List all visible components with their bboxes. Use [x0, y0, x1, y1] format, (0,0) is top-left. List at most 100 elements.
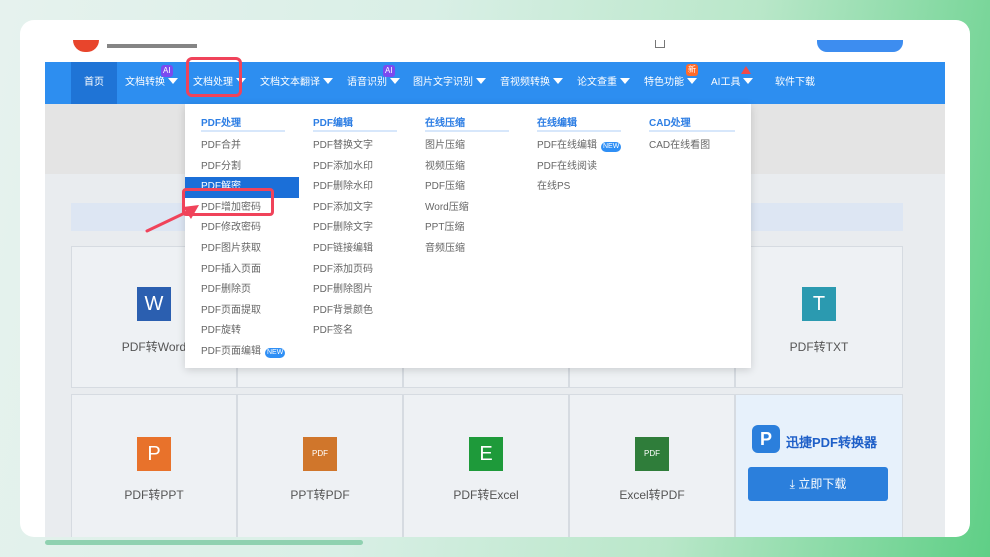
menu-column-online-edit: 在线编辑 PDF在线编辑 NEW PDF在线阅读 在线PS: [537, 114, 622, 198]
nav-doc-convert[interactable]: 文档转换 AI: [125, 62, 178, 104]
nav-doc-translate[interactable]: 文档文本翻译: [260, 62, 333, 104]
card-label: Excel转PDF: [619, 488, 685, 502]
card-pdf-to-ppt[interactable]: P PDF转PPT: [71, 394, 237, 537]
nav-label: 软件下载: [775, 77, 815, 88]
menu-column-cad: CAD处理 CAD在线看图: [649, 114, 735, 157]
ai-badge: AI: [161, 65, 173, 77]
caret-down-icon: [476, 78, 486, 84]
menu-column-pdf-edit: PDF编辑 PDF替换文字 PDF添加水印 PDF删除水印 PDF添加文字 PD…: [313, 114, 397, 342]
caret-down-icon: [168, 78, 178, 84]
menu-item-label: PDF在线编辑: [537, 140, 597, 151]
card-label: PDF转Excel: [453, 488, 519, 502]
menu-item[interactable]: PDF插入页面: [201, 260, 285, 281]
menu-item[interactable]: PDF页面提取: [201, 301, 285, 322]
menu-item[interactable]: PDF在线编辑 NEW: [537, 136, 622, 157]
nav-label: 特色功能: [644, 77, 684, 88]
menu-item[interactable]: 在线PS: [537, 177, 621, 198]
menu-item[interactable]: CAD在线看图: [649, 136, 735, 157]
column-title: PDF编辑: [313, 114, 397, 132]
site-logo-text: [107, 40, 197, 48]
menu-item[interactable]: PDF签名: [313, 321, 397, 342]
menu-item[interactable]: 音频压缩: [425, 239, 509, 260]
menu-item[interactable]: PDF添加页码: [313, 260, 397, 281]
card-ppt-to-pdf[interactable]: PDF PPT转PDF: [237, 394, 403, 537]
caret-down-icon: [390, 78, 400, 84]
site-logo: [73, 40, 99, 52]
nav-features[interactable]: 特色功能新: [644, 62, 698, 104]
nav-label: 图片文字识别: [413, 77, 473, 88]
pointer-arrow-icon: [145, 205, 199, 233]
card-excel-to-pdf[interactable]: PDF Excel转PDF: [569, 394, 735, 537]
menu-item-label: PDF页面编辑: [201, 345, 261, 357]
main-nav: 首页 文档转换 AI 文档处理 文档文本翻译 语音识别 AI 图片文字识别 音视频转…: [45, 62, 945, 104]
menu-item[interactable]: PDF删除页: [201, 280, 285, 301]
menu-item[interactable]: 图片压缩: [425, 136, 509, 157]
screenshot-frame: 首页 文档转换 AI 文档处理 文档文本翻译 语音识别 AI 图片文字识别 音视频转…: [20, 20, 970, 537]
menu-item[interactable]: PDF背景颜色: [313, 301, 397, 322]
pdf-icon: PDF: [303, 437, 337, 471]
nav-label: 首页: [84, 77, 104, 88]
header-checkbox[interactable]: [655, 40, 665, 48]
nav-speech-recognition[interactable]: 语音识别 AI: [347, 62, 400, 104]
menu-item[interactable]: PDF删除文字: [313, 218, 397, 239]
ai-badge: AI: [383, 65, 395, 77]
caret-down-icon: [323, 78, 333, 84]
hot-icon: [741, 66, 751, 74]
menu-item[interactable]: PDF旋转: [201, 321, 285, 342]
site-header: [45, 40, 945, 62]
menu-item[interactable]: PDF链接编辑: [313, 239, 397, 260]
column-title: 在线编辑: [537, 114, 621, 132]
promo-card: P 迅捷PDF转换器 ⤓ 立即下载: [735, 394, 903, 537]
card-label: PDF转PPT: [124, 488, 184, 502]
menu-item[interactable]: PDF分割: [201, 157, 285, 178]
menu-item[interactable]: PDF合并: [201, 136, 285, 157]
nav-label: 音视频转换: [500, 77, 550, 88]
word-icon: W: [137, 287, 171, 321]
menu-item[interactable]: PDF页面编辑 NEW: [201, 342, 286, 363]
caret-down-icon: [620, 78, 630, 84]
excel-icon: E: [469, 437, 503, 471]
menu-item[interactable]: PDF删除图片: [313, 280, 397, 301]
menu-item[interactable]: PDF修改密码: [201, 218, 285, 239]
menu-item[interactable]: Word压缩: [425, 198, 509, 219]
menu-item[interactable]: PDF在线阅读: [537, 157, 621, 178]
app-logo-icon: P: [752, 425, 780, 453]
menu-item[interactable]: PDF删除水印: [313, 177, 397, 198]
menu-item[interactable]: 视频压缩: [425, 157, 509, 178]
nav-av-convert[interactable]: 音视频转换: [500, 62, 563, 104]
txt-icon: T: [802, 287, 836, 321]
progress-bar: [45, 540, 363, 545]
menu-item[interactable]: PPT压缩: [425, 218, 509, 239]
nav-paper-check[interactable]: 论文查重: [577, 62, 630, 104]
card-pdf-to-txt[interactable]: T PDF转TXT: [735, 246, 903, 388]
website-screenshot: 首页 文档转换 AI 文档处理 文档文本翻译 语音识别 AI 图片文字识别 音视频转…: [45, 40, 945, 537]
menu-item[interactable]: PDF添加水印: [313, 157, 397, 178]
new-badge: NEW: [601, 142, 622, 152]
nav-label: 文档文本翻译: [260, 77, 320, 88]
caret-down-icon: [553, 78, 563, 84]
nav-home[interactable]: 首页: [71, 62, 117, 104]
menu-column-pdf-process: PDF处理 PDF合并 PDF分割 PDF解密 PDF增加密码 PDF修改密码 …: [185, 114, 299, 363]
nav-image-ocr[interactable]: 图片文字识别: [413, 62, 486, 104]
menu-item[interactable]: PDF压缩: [425, 177, 509, 198]
nav-software-download[interactable]: 软件下载: [775, 62, 815, 104]
nav-label: 论文查重: [577, 77, 617, 88]
menu-item[interactable]: PDF图片获取: [201, 239, 285, 260]
download-button[interactable]: ⤓ 立即下载: [748, 467, 888, 501]
card-pdf-to-excel[interactable]: E PDF转Excel: [403, 394, 569, 537]
promo-title: 迅捷PDF转换器: [786, 435, 878, 450]
nav-ai-tools[interactable]: AI工具: [711, 62, 754, 104]
column-title: 在线压缩: [425, 114, 509, 132]
menu-item[interactable]: PDF替换文字: [313, 136, 397, 157]
header-button[interactable]: [817, 40, 903, 52]
ppt-icon: P: [137, 437, 171, 471]
nav-label: 文档转换: [125, 77, 165, 88]
highlight-box-nav: [186, 57, 242, 97]
card-label: PDF转TXT: [789, 340, 849, 354]
doc-process-dropdown: PDF处理 PDF合并 PDF分割 PDF解密 PDF增加密码 PDF修改密码 …: [185, 104, 751, 368]
column-title: PDF处理: [201, 114, 285, 132]
caret-down-icon: [743, 78, 754, 84]
new-badge: NEW: [265, 347, 286, 358]
download-label: 立即下载: [798, 477, 847, 491]
menu-item[interactable]: PDF添加文字: [313, 198, 397, 219]
